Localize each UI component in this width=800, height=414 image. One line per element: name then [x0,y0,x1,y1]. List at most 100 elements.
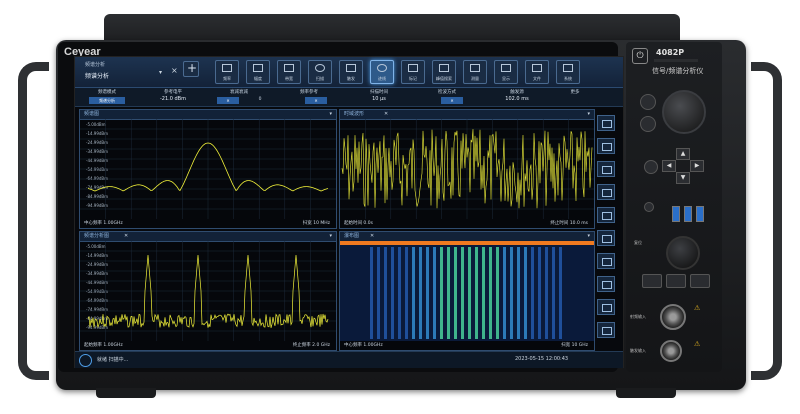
preset-label: 复位 [634,240,642,245]
rotary-knob[interactable] [662,90,706,134]
waterfall-band [412,247,415,339]
config-icon[interactable] [597,230,615,246]
tool-7-icon[interactable]: 标记 [401,60,425,84]
window-icon-glyph [602,281,612,289]
mode-small-label: 频谱分析 [85,62,106,68]
waterfall-band [545,247,548,339]
mode-label: 频谱分析 [85,73,110,80]
more-icon[interactable] [597,322,615,338]
waterfall-band [552,247,555,339]
status-toggle-3[interactable]: ✕ [305,97,327,104]
waterfall-band [538,247,541,339]
waterfall-band [398,247,401,339]
tool-3-icon[interactable]: 带宽 [277,60,301,84]
mode-selector[interactable]: 频谱分析 频谱分析 ▾ [79,59,169,85]
usb-port-2 [684,206,692,222]
panel-time-domain[interactable]: 时域波形 ✕ ▾ 起始时间 0.0s 终止时间 10.0 ms [339,109,595,229]
tool-5-icon[interactable]: 触发 [339,60,363,84]
small-button-2[interactable] [666,274,686,288]
more-icon-glyph [602,327,612,335]
trace-icon-glyph [602,166,612,174]
status-cell-6[interactable]: 触发源 102.0 ms [487,89,547,105]
secondary-knob[interactable] [666,236,700,270]
panel-menu-icon[interactable]: ▾ [587,232,590,241]
tool-11-icon[interactable]: 文件 [525,60,549,84]
model-tag [654,59,698,62]
layout-icon[interactable] [597,299,615,315]
dropdown-icon[interactable]: ▾ [159,69,162,76]
date-time: 2023-05-15 12:00:43 [515,356,569,362]
panel-spectrum[interactable]: 频谱图 ▾ -5.00dBm -14.99dBm -24.99dBm -34.99dBm… [79,109,337,229]
small-button-3[interactable] [690,274,710,288]
waterfall-band [517,247,520,339]
close-icon[interactable]: ✕ [384,110,388,119]
save-icon[interactable] [597,184,615,200]
status-toggle-2[interactable]: ✕ [217,97,239,104]
waterfall-band [426,247,429,339]
status-toggle-5[interactable]: ✕ [441,97,463,104]
status-message: 就绪 扫描中... [97,357,129,363]
panel-menu-icon[interactable]: ▾ [329,110,332,119]
waterfall-band [370,247,373,339]
user-icon[interactable] [79,354,92,367]
waterfall-band [461,247,464,339]
tool-2-icon[interactable]: 幅度 [246,60,270,84]
status-cell-4[interactable]: 扫描时间 10 μs [351,89,407,105]
panel-footer: 中心频率 1.00GHz 扫宽 10 MHz [84,221,330,226]
button-upper-left[interactable] [640,94,656,110]
close-icon[interactable]: × [171,66,178,75]
power-icon[interactable]: ⏻ [632,48,648,64]
panel-menu-icon[interactable]: ▾ [329,232,332,241]
spectrum-trace-chart [80,119,336,219]
tool-1-icon[interactable]: 频率 [215,60,239,84]
tool-12-icon[interactable]: 系统 [556,60,580,84]
add-button[interactable]: + [183,61,199,77]
panel-menu-icon[interactable]: ▾ [587,110,590,119]
instrument-subtitle: 信号/频谱分析仪 [652,67,704,75]
button-lower-left[interactable] [640,116,656,132]
bottom-status-bar: 就绪 扫描中... 2023-05-15 12:00:43 [75,351,623,368]
spectrum-peaks-chart [80,241,336,341]
waterfall-band [384,247,387,339]
zoom-icon[interactable] [597,253,615,269]
right-arrow-button[interactable]: ▶ [690,160,704,172]
tool-4-icon[interactable]: 扫描 [308,60,332,84]
panel-waterfall[interactable]: 瀑布图 ✕ ▾ 中心频率 1.00GHz 扫宽 10 GHz [339,231,595,351]
waterfall-chart [340,241,594,341]
tool-9-icon[interactable]: 测量 [463,60,487,84]
status-cell-1[interactable]: 参考电平 -21.0 dBm [143,89,203,105]
front-control-panel: ⏻ 4082P 信号/频谱分析仪 ▲ ◀ ▶ ▼ 复位 ⚠ 射频输入 ⚠ 触发输… [626,42,722,372]
panel-footer: 起始频率 1.00GHz 终止频率 2.0 GHz [84,343,330,348]
time-domain-chart [340,119,594,219]
peak-icon-glyph [602,143,612,151]
up-arrow-button[interactable]: ▲ [676,148,690,160]
trace-icon[interactable] [597,161,615,177]
down-arrow-button[interactable]: ▼ [676,172,690,184]
button-side-left[interactable] [644,160,658,174]
tool-6-icon[interactable]: 迹线 [370,60,394,84]
waterfall-band [468,247,471,339]
waterfall-band [496,247,499,339]
marker-icon[interactable] [597,115,615,131]
peak-icon[interactable] [597,138,615,154]
left-handle [18,62,49,380]
status-button-0[interactable]: 频谱分析 [89,97,125,104]
waterfall-band [475,247,478,339]
print-icon[interactable] [597,207,615,223]
panel-spectrum-analysis[interactable]: 频谱分析图 ✕ ▾ -5.00dBm -14.99dBm -24.99dBm -34.99… [79,231,337,351]
waterfall-band [377,247,380,339]
foot-right [616,388,676,398]
tool-8-icon[interactable]: 峰值搜索 [432,60,456,84]
tool-10-icon[interactable]: 显示 [494,60,518,84]
status-bar: 频谱模式 频谱分析 参考电平 -21.0 dBm 衰减衰减 ✕ 0 频率参考 ✕ … [75,88,623,107]
close-icon[interactable]: ✕ [124,232,128,241]
left-arrow-button[interactable]: ◀ [662,160,676,172]
usb-port-1 [672,206,680,222]
status-cell-7[interactable]: 更多 [557,89,593,105]
waterfall-band [391,247,394,339]
window-icon[interactable] [597,276,615,292]
small-button-1[interactable] [642,274,662,288]
display-screen: 频谱分析 频谱分析 ▾ × + 频率 幅度 带宽 扫描 触发 迹线 标记 峰值搜… [74,56,624,368]
close-icon[interactable]: ✕ [370,232,374,241]
save-icon-glyph [602,189,612,197]
